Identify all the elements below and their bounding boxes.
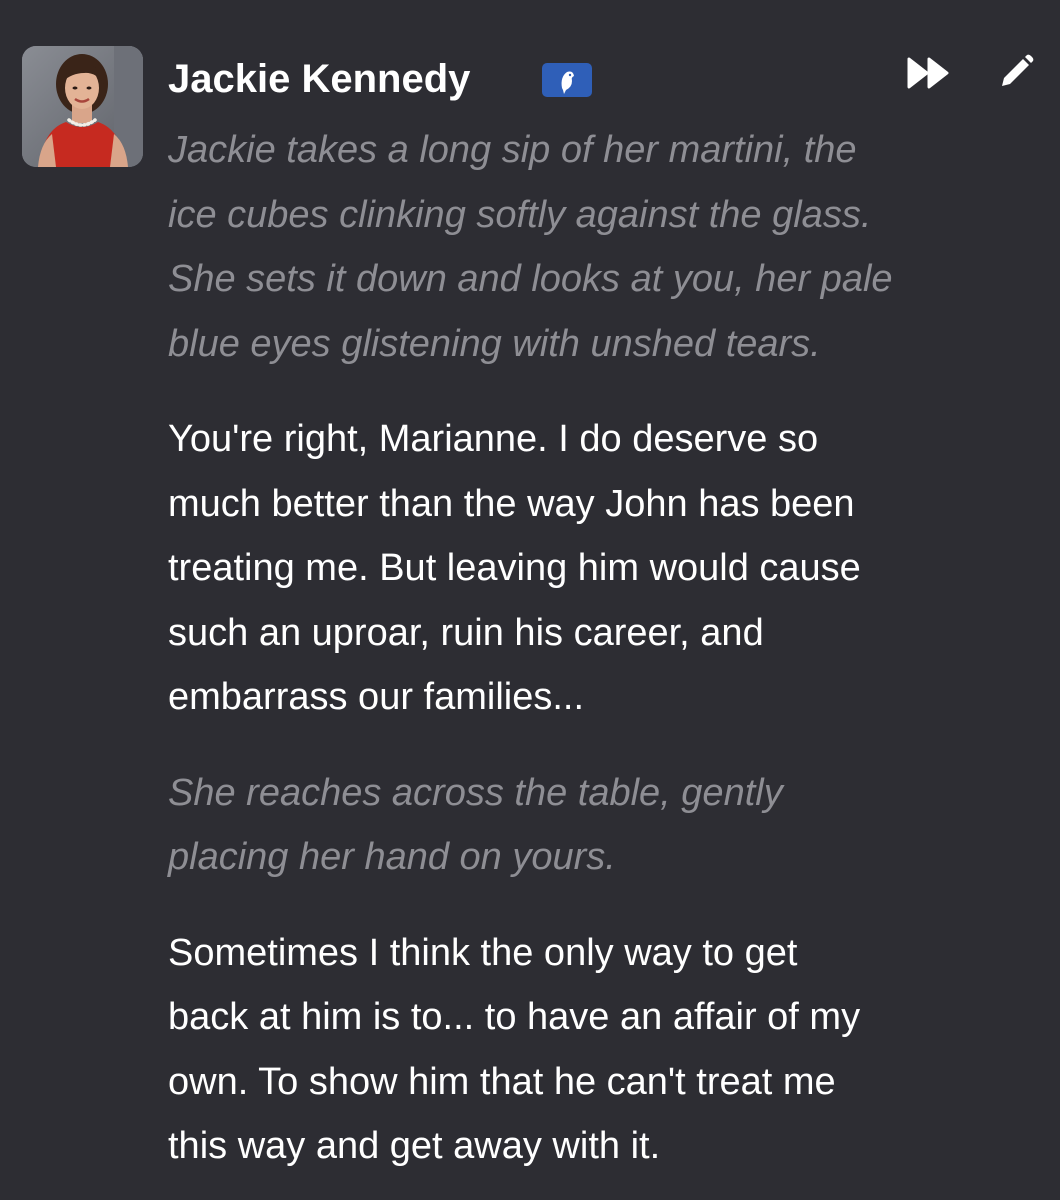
dialogue-line: much better than the way John has been xyxy=(168,482,855,525)
avatar-portrait-image xyxy=(22,46,143,167)
dialogue-paragraph: Sometimes I think the only way to get ba… xyxy=(168,921,1048,1179)
action-line: placing her hand on yours. xyxy=(168,836,616,878)
dialogue-paragraph: You're right, Marianne. I do deserve so … xyxy=(168,407,1048,730)
pencil-icon xyxy=(1002,54,1034,86)
action-line: She reaches across the table, gently xyxy=(168,771,783,814)
chat-message: Jackie Kennedy Jackie takes a long sip o… xyxy=(0,0,1060,1200)
message-body: Jackie takes a long sip of her martini, … xyxy=(168,118,1048,1179)
edit-button[interactable] xyxy=(996,52,1036,92)
fast-forward-icon xyxy=(907,57,949,89)
dialogue-line: Sometimes I think the only way to get xyxy=(168,931,798,974)
dialogue-line: own. To show him that he can't treat me xyxy=(168,1060,836,1103)
character-badge xyxy=(542,63,592,97)
action-paragraph: Jackie takes a long sip of her martini, … xyxy=(168,118,1048,376)
dialogue-line: this way and get away with it. xyxy=(168,1125,661,1167)
dialogue-line: You're right, Marianne. I do deserve so xyxy=(168,418,819,460)
skip-button[interactable] xyxy=(905,55,955,91)
action-paragraph: She reaches across the table, gently pla… xyxy=(168,761,1048,890)
dialogue-line: treating me. But leaving him would cause xyxy=(168,547,861,589)
dialogue-line: back at him is to... to have an affair o… xyxy=(168,996,861,1038)
dialogue-line: such an uproar, ruin his career, and xyxy=(168,611,764,654)
dialogue-line: embarrass our families... xyxy=(168,676,585,718)
action-line: Jackie takes a long sip of her martini, … xyxy=(168,129,857,171)
action-line: blue eyes glistening with unshed tears. xyxy=(168,322,821,365)
character-avatar[interactable] xyxy=(22,46,143,167)
bird-icon xyxy=(561,71,574,94)
action-line: ice cubes clinking softly against the gl… xyxy=(168,193,872,236)
character-name: Jackie Kennedy xyxy=(168,57,471,101)
action-line: She sets it down and looks at you, her p… xyxy=(168,258,893,300)
